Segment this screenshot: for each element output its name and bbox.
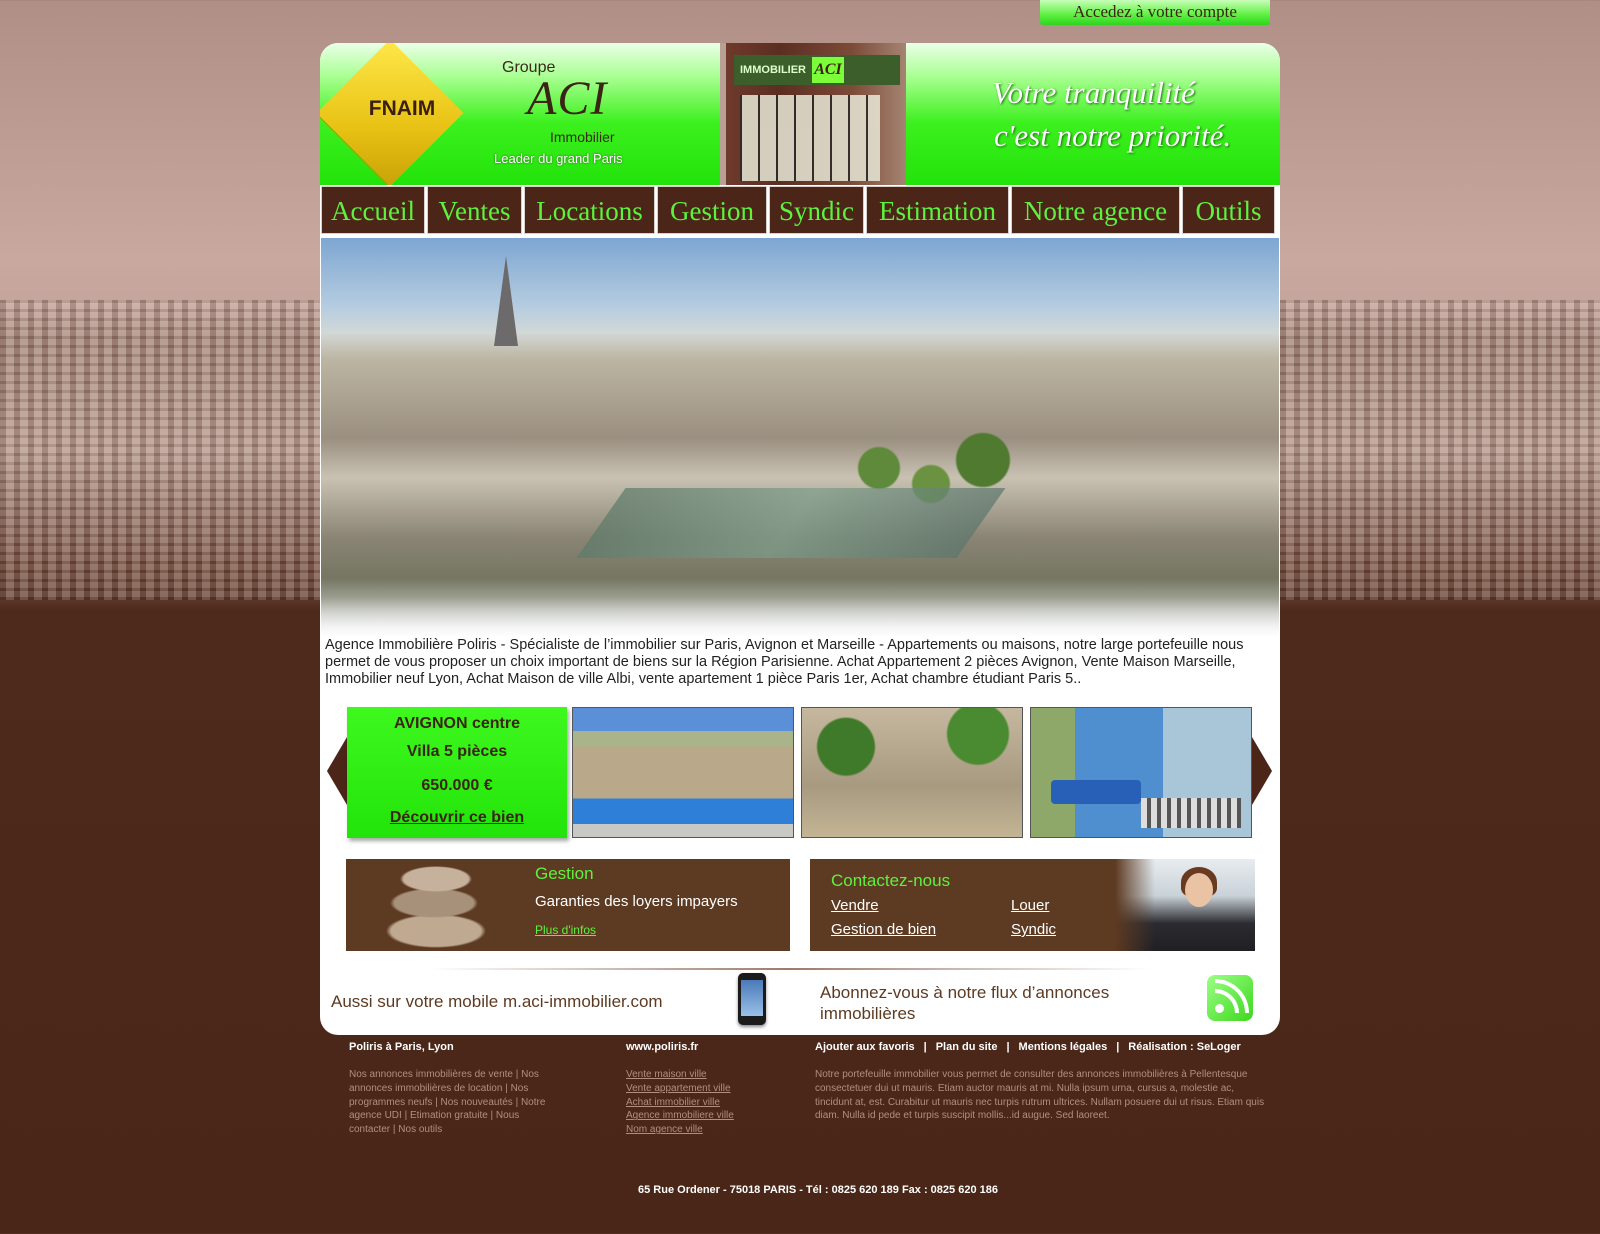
logo-tagline: Leader du grand Paris xyxy=(494,151,623,166)
main-nav: Accueil Ventes Locations Gestion Syndic … xyxy=(320,185,1280,235)
rss-feed-icon[interactable] xyxy=(1207,975,1253,1021)
listing-thumb-villa-pool[interactable] xyxy=(572,707,794,838)
nav-gestion[interactable]: Gestion xyxy=(657,186,767,234)
storefront-aci-sign: ACI xyxy=(812,57,844,83)
footer-col2-links: Vente maison ville Vente appartement vil… xyxy=(626,1068,734,1137)
footer-col2-title[interactable]: www.poliris.fr xyxy=(626,1041,698,1053)
contact-link-vendre[interactable]: Vendre xyxy=(831,897,879,914)
hero-river xyxy=(576,488,1006,558)
featured-listing-card[interactable]: AVIGNON centre Villa 5 pièces 650.000 € … xyxy=(347,707,567,838)
featured-city: AVIGNON centre xyxy=(394,715,520,732)
nav-ventes[interactable]: Ventes xyxy=(427,186,522,234)
nav-locations[interactable]: Locations xyxy=(524,186,655,234)
footer-link-nom-agence[interactable]: Nom agence ville xyxy=(626,1123,734,1137)
contact-link-syndic[interactable]: Syndic xyxy=(1011,921,1056,938)
living-room-rug xyxy=(1141,798,1241,828)
footer-col1-title: Poliris à Paris, Lyon xyxy=(349,1041,454,1053)
contact-title: Contactez-nous xyxy=(831,871,951,890)
agents-photo xyxy=(1115,859,1255,951)
living-room-sofa xyxy=(1051,780,1141,804)
listing-thumb-garden-house[interactable] xyxy=(801,707,1023,838)
contact-panel: Contactez-nous Vendre Louer Gestion de b… xyxy=(810,859,1255,951)
eiffel-tower-shape xyxy=(494,256,518,346)
rss-dot xyxy=(1215,1004,1224,1013)
featured-type: Villa 5 pièces xyxy=(406,743,508,760)
gestion-panel: Gestion Garanties des loyers impayers Pl… xyxy=(346,859,790,951)
footer-link-mentions-legales[interactable]: Mentions légales xyxy=(1019,1041,1108,1053)
nav-syndic[interactable]: Syndic xyxy=(769,186,864,234)
gestion-text: Garanties des loyers impayers xyxy=(535,893,738,910)
header-slogan: Votre tranquilité c'est notre priorité. xyxy=(992,71,1231,157)
bottom-divider xyxy=(430,968,1150,970)
footer-description: Notre portefeuille immobilier vous perme… xyxy=(815,1069,1265,1122)
account-access-button[interactable]: Accedez à votre compte xyxy=(1040,0,1270,25)
storefront-photo: IMMOBILIER ACI xyxy=(720,43,906,185)
stones-image xyxy=(376,863,496,949)
carousel-next-arrow-icon[interactable] xyxy=(1252,737,1272,805)
mobile-site-text[interactable]: Aussi sur votre mobile m.aci-immobilier.… xyxy=(331,992,663,1012)
rss-subscribe-text[interactable]: Abonnez-vous à notre flux d’annonces imm… xyxy=(820,982,1150,1024)
fnaim-logo-text: FNAIM xyxy=(368,97,436,120)
background-cityscape-right xyxy=(1280,300,1600,600)
footer-link-vente-appartement[interactable]: Vente appartement ville xyxy=(626,1082,734,1096)
featured-price: 650.000 € xyxy=(421,777,493,794)
agent-face xyxy=(1185,873,1213,907)
nav-outils[interactable]: Outils xyxy=(1182,186,1275,234)
footer-top-links: Ajouter aux favoris | Plan du site | Mention… xyxy=(815,1041,1241,1053)
footer-link-agence-immobiliere[interactable]: Agence immobiliere ville xyxy=(626,1109,734,1123)
footer-link-realisation[interactable]: Réalisation : SeLoger xyxy=(1128,1041,1240,1053)
listing-thumb-living-room[interactable] xyxy=(1030,707,1252,838)
slogan-line-2: c'est notre priorité. xyxy=(994,118,1232,153)
footer-link-favoris[interactable]: Ajouter aux favoris xyxy=(815,1041,915,1053)
smartphone-screen xyxy=(741,980,763,1016)
contact-link-gestion[interactable]: Gestion de bien xyxy=(831,921,936,938)
slogan-line-1: Votre tranquilité xyxy=(992,75,1195,110)
background-cityscape-left xyxy=(0,300,330,600)
gestion-title: Gestion xyxy=(535,864,594,883)
footer-separator: | xyxy=(923,1041,927,1053)
footer-separator: | xyxy=(1006,1041,1010,1053)
hero-paris-image xyxy=(321,238,1279,658)
logo-brand[interactable]: ACI xyxy=(527,71,607,126)
nav-estimation[interactable]: Estimation xyxy=(866,186,1009,234)
contact-link-louer[interactable]: Louer xyxy=(1011,897,1049,914)
smartphone-icon xyxy=(738,973,766,1025)
footer-link-vente-maison[interactable]: Vente maison ville xyxy=(626,1068,734,1082)
footer-col1-links[interactable]: Nos annonces immobilières de vente | Nos… xyxy=(349,1068,549,1137)
logo-immobilier: Immobilier xyxy=(550,129,615,145)
footer-separator: | xyxy=(1116,1041,1120,1053)
nav-accueil[interactable]: Accueil xyxy=(321,186,425,234)
main-container: FNAIM Groupe ACI Immobilier Leader du gr… xyxy=(320,43,1280,1035)
gestion-more-info-link[interactable]: Plus d'infos xyxy=(535,923,596,937)
nav-notre-agence[interactable]: Notre agence xyxy=(1011,186,1180,234)
footer-link-achat-immobilier[interactable]: Achat immobilier ville xyxy=(626,1096,734,1110)
featured-cta-link[interactable]: Découvrir ce bien xyxy=(347,809,567,827)
storefront-window xyxy=(740,95,880,181)
footer-address: 65 Rue Ordener - 75018 PARIS - Tél : 082… xyxy=(638,1184,998,1196)
carousel-prev-arrow-icon[interactable] xyxy=(327,737,347,805)
footer-link-plan-du-site[interactable]: Plan du site xyxy=(936,1041,998,1053)
intro-text: Agence Immobilière Poliris - Spécialiste… xyxy=(325,637,1244,687)
site-header: FNAIM Groupe ACI Immobilier Leader du gr… xyxy=(320,43,1280,187)
